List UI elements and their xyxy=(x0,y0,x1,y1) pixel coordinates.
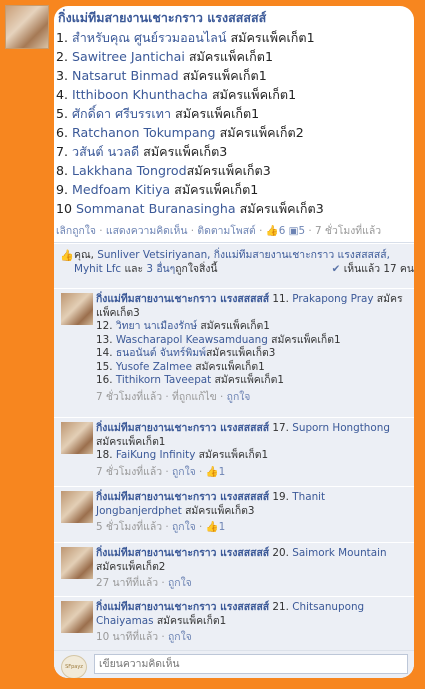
comment-item: กิ่งแม่ทีมสายงานเชาะกราว แรงสสสสส์ 21. C… xyxy=(54,596,414,651)
member-link[interactable]: Sawitree Jantichai xyxy=(72,49,185,64)
comment-item: กิ่งแม่ทีมสายงานเชาะกราว แรงสสสสส์ 17. S… xyxy=(54,417,414,486)
comment-item: กิ่งแม่ทีมสายงานเชาะกราว แรงสสสสส์ 11. P… xyxy=(54,288,414,417)
likes-this: ถูกใจสิ่งนี้ xyxy=(175,263,218,275)
signup-entry: 7. วสันต์ นวลดี สมัครแพ็คเก็ต3 xyxy=(56,144,228,159)
member-link[interactable]: Medfoam Kitiya xyxy=(72,182,170,197)
member-link[interactable]: Itthiboon Khunthacha xyxy=(72,87,208,102)
comment-meta: 27 นาทีที่แล้ว · ถูกใจ xyxy=(96,577,192,589)
signup-entry: 10 Sommanat Buranasingha สมัครแพ็คเก็ต3 xyxy=(56,201,324,216)
thumbs-up-icon: 👍 xyxy=(205,465,219,478)
viewer-avatar: SFpayz xyxy=(61,655,87,678)
comment-author[interactable]: กิ่งแม่ทีมสายงานเชาะกราว แรงสสสสส์ xyxy=(96,491,269,503)
speech-bubble-icon: ▣ xyxy=(288,225,299,237)
post-actions: เลิกถูกใจ · แสดงความคิดเห็น · ติดตามโพสต… xyxy=(56,225,382,237)
likes-and: และ xyxy=(124,263,144,275)
comment-like-count[interactable]: 1 xyxy=(219,521,226,533)
member-link[interactable]: ศักดิ์ดา ศรีบรรเทา xyxy=(72,106,171,121)
likes-others-link[interactable]: 3 อื่นๆ xyxy=(146,263,175,275)
member-link[interactable]: Sommanat Buranasingha xyxy=(76,201,236,216)
comment-time[interactable]: 10 นาทีที่แล้ว xyxy=(96,631,158,643)
comment-like-link[interactable]: ถูกใจ xyxy=(172,521,196,533)
comment-time[interactable]: 7 ชั่วโมงที่แล้ว xyxy=(96,391,162,403)
edited-label[interactable]: ที่ถูกแก้ไข xyxy=(172,391,217,403)
comment-composer: SFpayz xyxy=(54,650,414,678)
signup-entry: 9. Medfoam Kitiya สมัครแพ็คเก็ต1 xyxy=(56,182,259,197)
comment-avatar[interactable] xyxy=(61,422,93,454)
comment-avatar[interactable] xyxy=(61,293,93,325)
member-link[interactable]: Natsarut Binmad xyxy=(72,68,179,83)
comment-avatar[interactable] xyxy=(61,601,93,633)
member-link[interactable]: Yusofe Zalmee xyxy=(116,361,192,373)
page-avatar[interactable] xyxy=(5,5,49,49)
member-link[interactable]: Wascharapol Keawsamduang xyxy=(116,334,268,346)
comment-author[interactable]: กิ่งแม่ทีมสายงานเชาะกราว แรงสสสสส์ xyxy=(96,422,269,434)
member-link[interactable]: FaiKung Infinity xyxy=(116,449,196,461)
comment-meta: 10 นาทีที่แล้ว · ถูกใจ xyxy=(96,631,192,643)
signup-entry: 3. Natsarut Binmad สมัครแพ็คเก็ต1 xyxy=(56,68,267,83)
comment-author[interactable]: กิ่งแม่ทีมสายงานเชาะกราว แรงสสสสส์ xyxy=(96,293,269,305)
likes-summary: 👍 คุณ, Sunliver Vetsiriyanan, กิ่งแม่ทีม… xyxy=(54,244,414,286)
signup-entry: 8. Lakkhana Tongrodสมัครแพ็คเก็ต3 xyxy=(56,163,271,178)
comment-author[interactable]: กิ่งแม่ทีมสายงานเชาะกราว แรงสสสสส์ xyxy=(96,601,269,613)
comment-author[interactable]: กิ่งแม่ทีมสายงานเชาะกราว แรงสสสสส์ xyxy=(96,547,269,559)
member-link[interactable]: Lakkhana Tongrod xyxy=(72,163,187,178)
comment-item: กิ่งแม่ทีมสายงานเชาะกราว แรงสสสสส์ 19. T… xyxy=(54,486,414,542)
comment-time[interactable]: 27 นาทีที่แล้ว xyxy=(96,577,158,589)
unlike-link[interactable]: เลิกถูกใจ xyxy=(56,225,96,237)
signup-entry: 2. Sawitree Jantichai สมัครแพ็คเก็ต1 xyxy=(56,49,274,64)
thumbs-up-icon: 👍 xyxy=(60,249,74,262)
likes-you: คุณ, xyxy=(74,249,94,261)
like-count[interactable]: 6 xyxy=(279,225,286,237)
member-link[interactable]: Ratchanon Tokumpang xyxy=(72,125,216,140)
member-link[interactable]: Tithikorn Taveepat xyxy=(116,374,211,386)
check-icon: ✔ xyxy=(331,263,341,275)
thumbs-up-icon: 👍 xyxy=(205,521,219,533)
comment-meta: 7 ชั่วโมงที่แล้ว · ที่ถูกแก้ไข · ถูกใจ xyxy=(96,390,251,403)
signup-entry: 1. สำหรับคุณ ศูนย์รวมออนไลน์ สมัครแพ็คเก… xyxy=(56,30,315,45)
member-link[interactable]: สำหรับคุณ ศูนย์รวมออนไลน์ xyxy=(72,30,226,45)
comment-link[interactable]: แสดงความคิดเห็น xyxy=(106,225,188,237)
comment-like-link[interactable]: ถูกใจ xyxy=(227,391,251,403)
post-time[interactable]: 7 ชั่วโมงที่แล้ว xyxy=(315,225,381,237)
member-link[interactable]: Suporn Hongthong xyxy=(292,422,390,434)
comment-time[interactable]: 5 ชั่วโมงที่แล้ว xyxy=(96,521,162,533)
comment-like-link[interactable]: ถูกใจ xyxy=(172,466,196,478)
follow-link[interactable]: ติดตามโพสต์ xyxy=(197,225,255,237)
divider xyxy=(54,242,414,243)
comment-meta: 5 ชั่วโมงที่แล้ว · ถูกใจ · 👍1 xyxy=(96,521,226,533)
post-author[interactable]: กิ่งแม่ทีมสายงานเชาะกราว แรงสสสสส์ xyxy=(58,9,414,27)
thumbs-up-icon: 👍 xyxy=(265,225,279,237)
comment-like-count[interactable]: 1 xyxy=(219,466,226,478)
comment-item: กิ่งแม่ทีมสายงานเชาะกราว แรงสสสสส์ 20. S… xyxy=(54,542,414,596)
signup-entry: 6. Ratchanon Tokumpang สมัครแพ็คเก็ต2 xyxy=(56,125,304,140)
comment-avatar[interactable] xyxy=(61,491,93,523)
comment-like-link[interactable]: ถูกใจ xyxy=(168,631,192,643)
comment-meta: 7 ชั่วโมงที่แล้ว · ถูกใจ · 👍1 xyxy=(96,465,226,478)
comment-avatar[interactable] xyxy=(61,547,93,579)
signup-list: 1. สำหรับคุณ ศูนย์รวมออนไลน์ สมัครแพ็คเก… xyxy=(56,28,414,218)
member-link[interactable]: Saimork Mountain xyxy=(292,547,386,559)
signup-entry: 5. ศักดิ์ดา ศรีบรรเทา สมัครแพ็คเก็ต1 xyxy=(56,106,260,121)
signup-entry: 4. Itthiboon Khunthacha สมัครแพ็คเก็ต1 xyxy=(56,87,297,102)
comment-like-link[interactable]: ถูกใจ xyxy=(168,577,192,589)
member-link[interactable]: ธนอนันต์ จันทร์พิมพ์ xyxy=(116,347,206,359)
member-link[interactable]: วิทยา นาเมืองรักษ์ xyxy=(116,320,197,332)
member-link[interactable]: วสันต์ นวลดี xyxy=(72,144,139,159)
seen-count[interactable]: เห็นแล้ว 17 คน xyxy=(344,263,414,275)
comment-time[interactable]: 7 ชั่วโมงที่แล้ว xyxy=(96,466,162,478)
comment-input[interactable] xyxy=(94,654,408,674)
member-link[interactable]: Prakapong Pray xyxy=(292,293,373,305)
post-card: กิ่งแม่ทีมสายงานเชาะกราว แรงสสสสส์ 1. สำ… xyxy=(54,6,414,678)
